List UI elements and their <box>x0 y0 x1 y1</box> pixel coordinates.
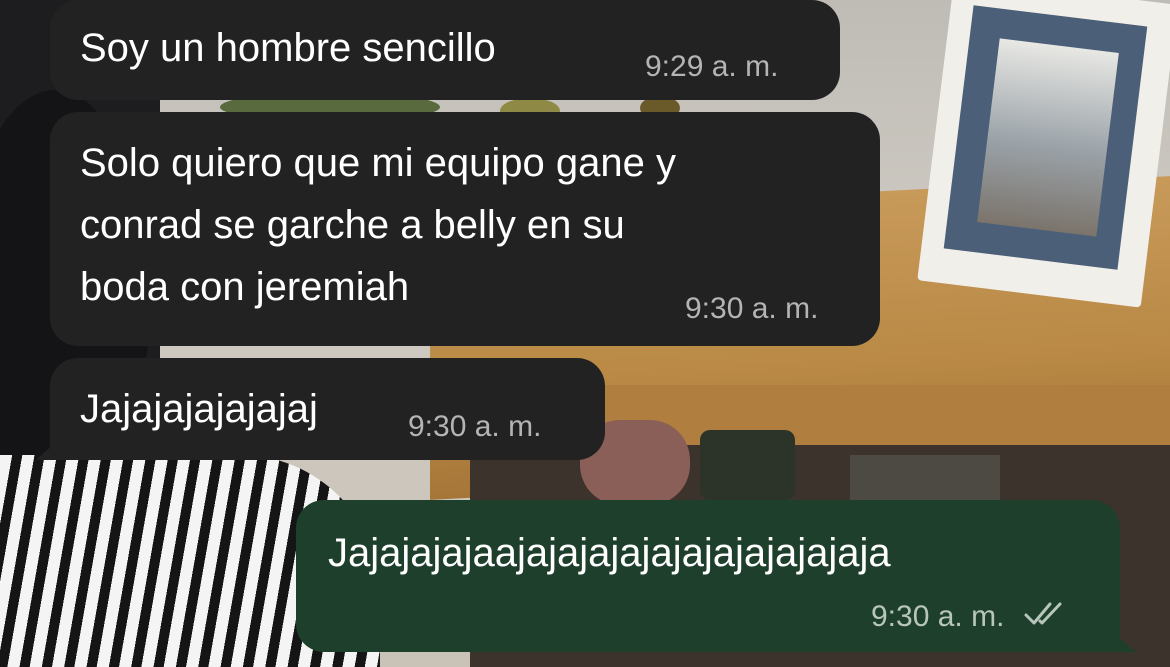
message-bubble-incoming[interactable]: Jajajajajajajaj 9:30 a. m. <box>36 358 605 460</box>
message-bubble-incoming[interactable]: Solo quiero que mi equipo gane y conrad … <box>50 112 880 346</box>
message-timestamp: 9:29 a. m. <box>645 50 779 83</box>
message-bubble-incoming[interactable]: Soy un hombre sencillo 9:29 a. m. <box>50 0 840 100</box>
message-text: Solo quiero que mi equipo gane y conrad … <box>80 141 676 309</box>
double-check-icon <box>1023 600 1065 636</box>
message-text: Jajajajajaajajajajajajajajajajajaja <box>328 531 891 575</box>
message-bubble-outgoing[interactable]: Jajajajajaajajajajajajajajajajajaja 9:30… <box>296 500 1136 652</box>
message-timestamp: 9:30 a. m. <box>871 600 1005 633</box>
message-text: Jajajajajajajaj <box>80 387 318 431</box>
message-timestamp: 9:30 a. m. <box>685 292 819 325</box>
message-text: Soy un hombre sencillo <box>80 26 496 70</box>
message-timestamp: 9:30 a. m. <box>408 410 542 443</box>
message-timestamp-row: 9:30 a. m. <box>871 600 1065 636</box>
